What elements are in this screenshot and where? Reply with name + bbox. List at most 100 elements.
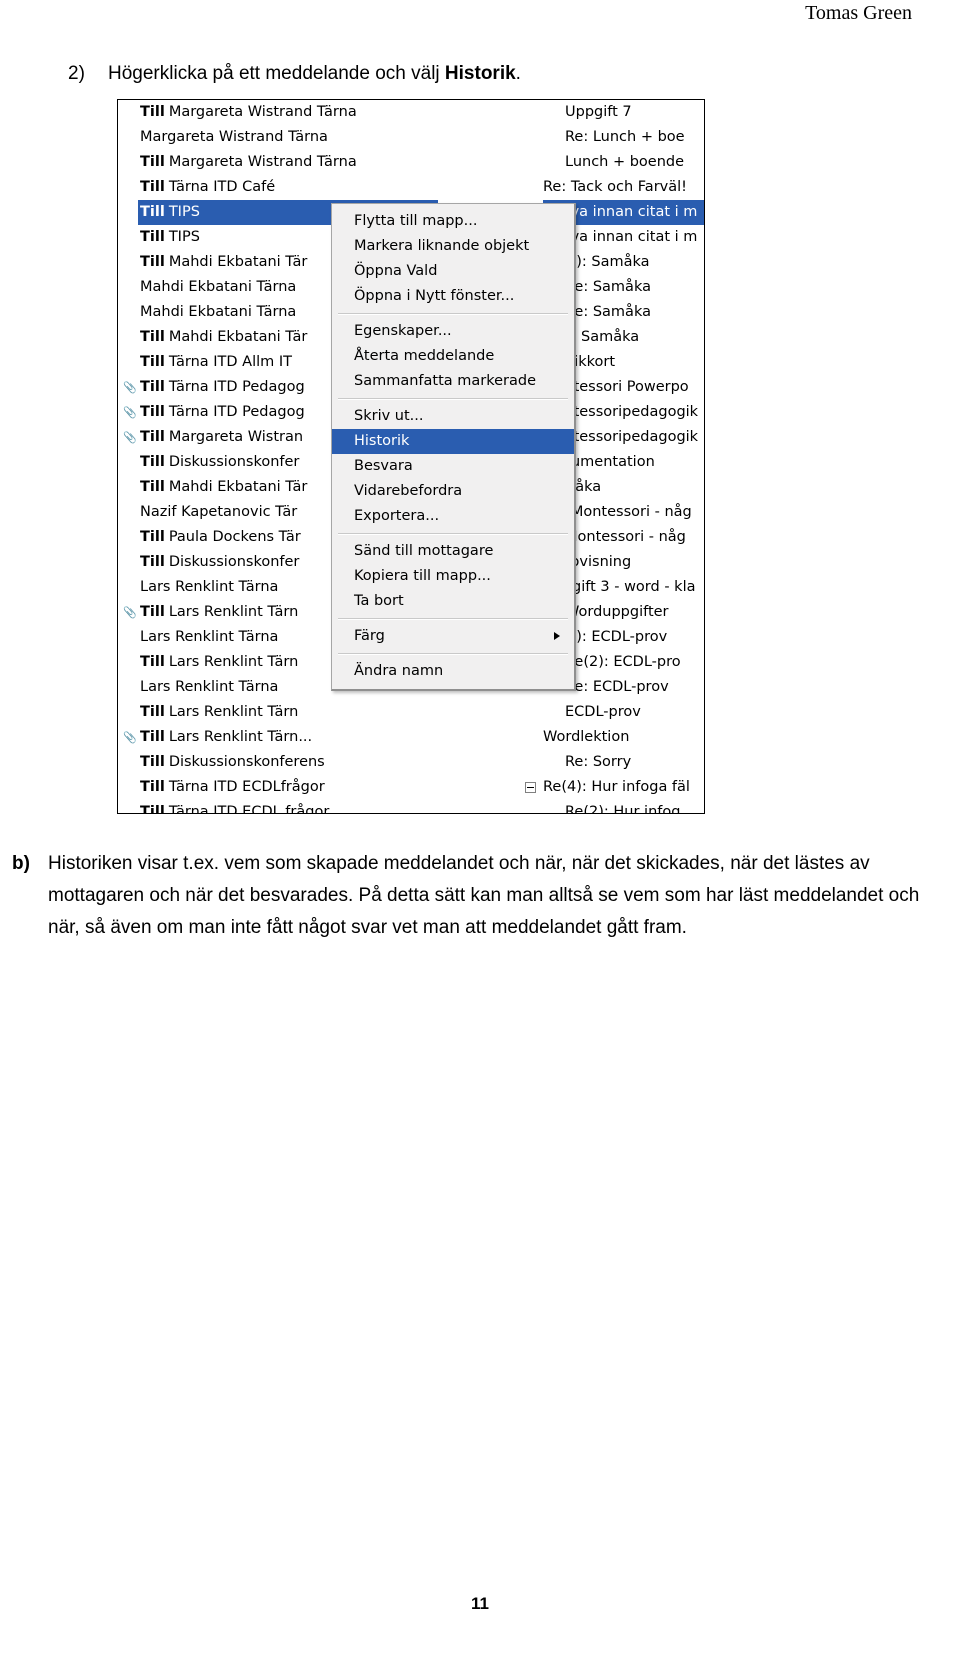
message-row[interactable]: Till Tärna ITD ECDLfrågor Re(4): Hur infog… [118, 775, 704, 800]
message-till-label: Till [140, 429, 165, 445]
message-row[interactable]: Till Diskussionskonferens Re: Sorry [118, 750, 704, 775]
message-from-name: Tärna ITD Allm IT [168, 354, 293, 370]
message-till-label: Till [140, 404, 165, 420]
message-from-name: TIPS [168, 229, 200, 245]
screenshot-top-clip [118, 100, 704, 103]
message-till-label: Till [140, 454, 165, 470]
menu-item[interactable]: Skriv ut... [332, 404, 574, 429]
message-subject-cell: Lunch + boende [565, 154, 685, 170]
message-from-name: Paula Dockens Tär [168, 529, 301, 545]
step-text-bold: Historik [444, 63, 516, 84]
menu-item-label: Återta meddelande [354, 348, 495, 364]
message-row[interactable]: Till Tärna ITD Café Re: Tack och Farväl! [118, 175, 704, 200]
menu-item[interactable]: Återta meddelande [332, 344, 574, 369]
menu-item[interactable]: Exportera... [332, 504, 574, 529]
message-from-name: Tärna ITD ECDL frågor [168, 804, 330, 814]
message-subject-cell: Re: Sorry [565, 754, 632, 770]
context-menu[interactable]: Flytta till mapp... Markera liknande obje… [331, 203, 576, 691]
message-from-name: Lars Renklint Tärn [168, 704, 299, 720]
menu-item-label: Sänd till mottagare [354, 543, 494, 559]
message-subject-cell: Re: Tack och Farväl! [543, 179, 687, 195]
menu-item[interactable]: Öppna Vald [332, 259, 574, 284]
submenu-arrow-icon [554, 632, 560, 640]
message-from-name: Lars Renklint Tärna [140, 679, 279, 695]
message-from-name: Lars Renklint Tärna [140, 579, 279, 595]
document-header: Tomas Green [0, 0, 960, 36]
paragraph-text: Historiken visar t.ex. vem som skapade m… [48, 853, 920, 938]
message-till-label: Till [140, 554, 165, 570]
menu-item[interactable]: Sammanfatta markerade [332, 369, 574, 394]
message-from-name: Diskussionskonfer [168, 554, 300, 570]
message-till-label: Till [140, 704, 165, 720]
menu-item[interactable]: Sänd till mottagare [332, 539, 574, 564]
message-till-label: Till [140, 154, 165, 170]
menu-item-label: Vidarebefordra [354, 483, 463, 499]
message-from-cell: Margareta Wistrand Tärna [138, 125, 438, 150]
paperclip-icon: 📎 [123, 606, 137, 619]
message-till-label: Till [140, 729, 165, 745]
menu-separator [338, 618, 568, 620]
menu-item[interactable]: Egenskaper... [332, 319, 574, 344]
menu-item-label: Färg [354, 628, 385, 644]
collapse-thread-icon[interactable] [525, 782, 536, 793]
message-from-name: Tärna ITD Café [168, 179, 276, 195]
message-till-label: Till [140, 379, 165, 395]
step-heading: 2) Högerklicka på ett meddelande och välj… [68, 62, 928, 86]
message-row[interactable]: Till Tärna ITD ECDL frågor Re(2): Hur info… [118, 800, 704, 814]
paperclip-icon: 📎 [123, 406, 137, 419]
message-from-name: Lars Renklint Tärn... [168, 729, 313, 745]
menu-item-label: Öppna Vald [354, 263, 438, 279]
message-from-cell: Till Tärna ITD Café [138, 175, 438, 200]
paperclip-icon: 📎 [123, 381, 137, 394]
menu-item[interactable]: Öppna i Nytt fönster... [332, 284, 574, 309]
message-from-name: Margareta Wistrand Tärna [168, 104, 357, 120]
message-subject-cell: ECDL-prov [565, 704, 641, 720]
step-number: 2) [68, 63, 85, 84]
message-row[interactable]: Till Margareta Wistrand Tärna Lunch + boen… [118, 150, 704, 175]
menu-item-label: Besvara [354, 458, 413, 474]
message-till-label: Till [140, 229, 165, 245]
message-till-label: Till [140, 104, 165, 120]
message-row[interactable]: 📎 Till Lars Renklint Tärn... Wordlektion [118, 725, 704, 750]
message-from-name: Lars Renklint Tärn [168, 654, 299, 670]
message-from-cell: Till Diskussionskonferens [138, 750, 438, 775]
menu-item[interactable]: Historik [332, 429, 574, 454]
message-from-cell: Till Margareta Wistrand Tärna [138, 150, 438, 175]
message-from-cell: Till Tärna ITD ECDL frågor [138, 800, 438, 814]
message-from-cell: Till Lars Renklint Tärn [138, 700, 438, 725]
message-row[interactable]: Till Lars Renklint Tärn ECDL-prov [118, 700, 704, 725]
embedded-screenshot: Till Margareta Wistrand Tärna Uppgift 7 Mar… [117, 99, 705, 814]
message-till-label: Till [140, 529, 165, 545]
message-from-name: Lars Renklint Tärn [168, 604, 299, 620]
menu-item[interactable]: Kopiera till mapp... [332, 564, 574, 589]
menu-item[interactable]: Flytta till mapp... [332, 209, 574, 234]
message-till-label: Till [140, 179, 165, 195]
message-subject-cell: Re(2): Hur infog [565, 804, 681, 814]
message-from-name: Tärna ITD Pedagog [168, 379, 305, 395]
message-till-label: Till [140, 779, 165, 795]
message-subject-cell: Re(4): Hur infoga fäl [543, 779, 690, 795]
menu-item[interactable]: Vidarebefordra [332, 479, 574, 504]
menu-item[interactable]: Markera liknande objekt [332, 234, 574, 259]
message-row[interactable]: Till Margareta Wistrand Tärna Uppgift 7 [118, 100, 704, 125]
menu-item[interactable]: Besvara [332, 454, 574, 479]
message-from-name: Margareta Wistrand Tärna [140, 129, 328, 145]
menu-item-label: Ändra namn [354, 663, 444, 679]
menu-separator [338, 653, 568, 655]
menu-item-label: Ta bort [354, 593, 404, 609]
menu-item[interactable]: Ändra namn [332, 659, 574, 684]
menu-item-label: Flytta till mapp... [354, 213, 478, 229]
menu-item[interactable]: Färg [332, 624, 574, 649]
message-from-name: Lars Renklint Tärna [140, 629, 279, 645]
message-from-name: Mahdi Ekbatani Tärna [140, 304, 297, 320]
step-text-before: Högerklicka på ett meddelande och välj [108, 63, 445, 84]
menu-item-label: Egenskaper... [354, 323, 452, 339]
message-subject-cell: Uppgift 7 [565, 104, 632, 120]
message-from-name: Mahdi Ekbatani Tär [168, 329, 308, 345]
paragraph-block: b) Historiken visar t.ex. vem som skapad… [12, 848, 928, 944]
menu-item[interactable]: Ta bort [332, 589, 574, 614]
message-from-name: TIPS [168, 204, 200, 220]
message-till-label: Till [140, 654, 165, 670]
message-from-name: Nazif Kapetanovic Tär [140, 504, 298, 520]
message-row[interactable]: Margareta Wistrand Tärna Re: Lunch + boe [118, 125, 704, 150]
